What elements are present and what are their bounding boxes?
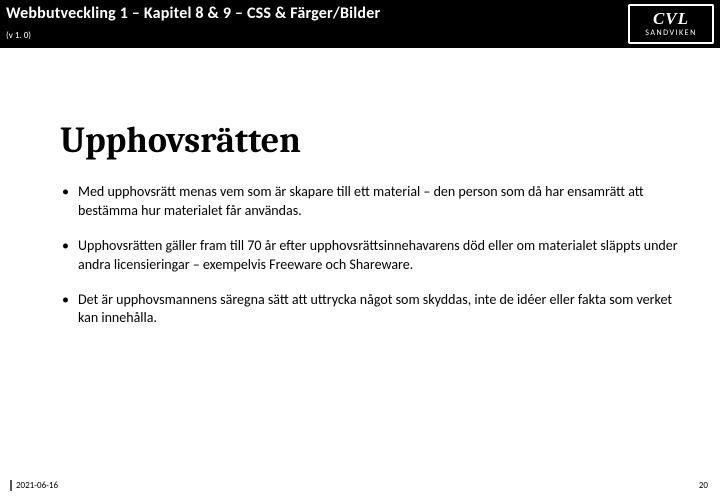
logo-text-sub: SANDVIKEN <box>645 28 697 38</box>
header-bar: Webbutveckling 1 – Kapitel 8 & 9 – CSS &… <box>0 0 720 48</box>
content-area: Upphovsrätten Med upphovsrätt menas vem … <box>60 120 680 344</box>
slide: Webbutveckling 1 – Kapitel 8 & 9 – CSS &… <box>0 0 720 501</box>
slide-title: Upphovsrätten <box>60 120 680 161</box>
header-title: Webbutveckling 1 – Kapitel 8 & 9 – CSS &… <box>6 4 380 23</box>
logo-text-top: CVL <box>653 10 689 27</box>
bullet-list: Med upphovsrätt menas vem som är skapare… <box>60 183 680 328</box>
header-version: (v 1. 0) <box>6 30 31 41</box>
logo: CVL SANDVIKEN <box>628 4 714 44</box>
bullet-item: Upphovsrätten gäller fram till 70 år eft… <box>60 237 680 275</box>
bullet-item: Det är upphovsmannens säregna sätt att u… <box>60 291 680 329</box>
footer-page-number: 20 <box>699 480 708 491</box>
footer-date: 2021-06-16 <box>10 480 58 491</box>
bullet-item: Med upphovsrätt menas vem som är skapare… <box>60 183 680 221</box>
